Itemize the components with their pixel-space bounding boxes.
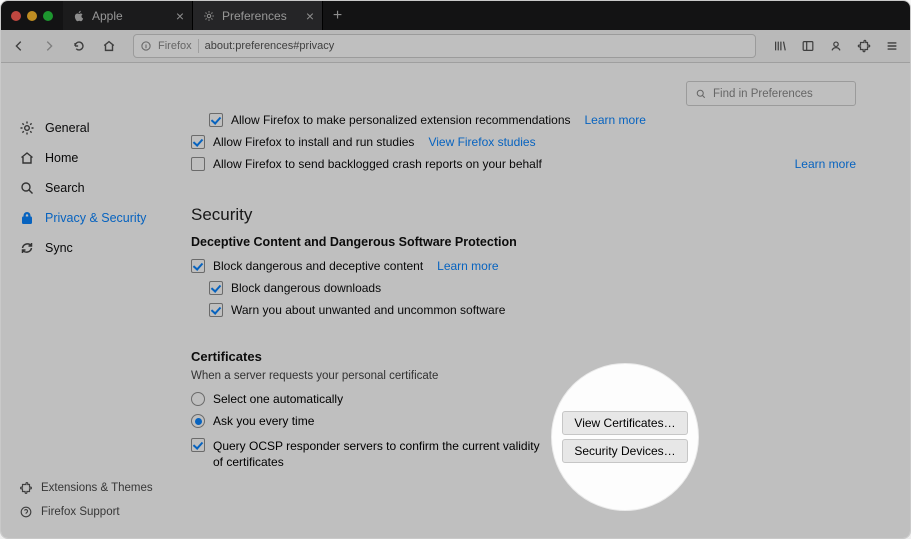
checkbox[interactable]	[209, 281, 223, 295]
pref-label: Allow Firefox to make personalized exten…	[231, 113, 571, 127]
checkbox[interactable]	[191, 157, 205, 171]
close-tab-icon[interactable]: ×	[306, 9, 314, 23]
radio[interactable]	[191, 414, 205, 428]
search-placeholder: Find in Preferences	[713, 88, 813, 100]
new-tab-button[interactable]: +	[323, 1, 352, 30]
footer-label: Extensions & Themes	[41, 482, 153, 494]
sidebar-item-privacy[interactable]: Privacy & Security	[1, 203, 173, 233]
close-window-icon[interactable]	[11, 11, 21, 21]
learn-more-link[interactable]: Learn more	[755, 157, 856, 171]
radio[interactable]	[191, 392, 205, 406]
sidebar-button[interactable]	[796, 34, 820, 58]
lock-icon	[19, 210, 35, 226]
sidebar-item-general[interactable]: General	[1, 113, 173, 143]
checkbox[interactable]	[191, 259, 205, 273]
library-button[interactable]	[768, 34, 792, 58]
checkbox[interactable]	[191, 135, 205, 149]
pref-label: Block dangerous downloads	[231, 281, 381, 295]
extensions-link[interactable]: Extensions & Themes	[19, 476, 173, 500]
radio-label: Select one automatically	[213, 392, 343, 406]
checkbox[interactable]	[191, 438, 205, 452]
reload-button[interactable]	[67, 34, 91, 58]
home-button[interactable]	[97, 34, 121, 58]
learn-more-link[interactable]: Learn more	[585, 113, 646, 127]
sync-icon	[19, 240, 35, 256]
forward-button[interactable]	[37, 34, 61, 58]
tab-strip: Apple × Preferences × +	[1, 1, 910, 30]
search-icon	[695, 88, 707, 100]
pref-studies: Allow Firefox to install and run studies…	[191, 131, 856, 153]
tab-preferences[interactable]: Preferences ×	[193, 1, 323, 30]
main-panel: Find in Preferences Allow Firefox to mak…	[173, 63, 910, 538]
tab-label: Preferences	[222, 9, 287, 23]
account-button[interactable]	[824, 34, 848, 58]
pref-ocsp: Query OCSP responder servers to confirm …	[191, 432, 543, 476]
deceptive-subheading: Deceptive Content and Dangerous Software…	[191, 235, 856, 249]
footer-label: Firefox Support	[41, 506, 120, 518]
identity-label: Firefox	[158, 40, 192, 52]
sidebar-item-label: General	[45, 121, 89, 135]
puzzle-icon	[19, 481, 33, 495]
toolbar: Firefox about:preferences#privacy	[1, 30, 910, 63]
pref-label: Query OCSP responder servers to confirm …	[213, 438, 543, 470]
learn-more-link[interactable]: Learn more	[437, 259, 498, 273]
view-studies-link[interactable]: View Firefox studies	[428, 135, 535, 149]
sidebar-item-label: Search	[45, 181, 85, 195]
checkbox[interactable]	[209, 113, 223, 127]
sidebar-item-sync[interactable]: Sync	[1, 233, 173, 263]
preferences-sidebar: General Home Search Privacy & Security S…	[1, 63, 173, 538]
zoom-window-icon[interactable]	[43, 11, 53, 21]
home-icon	[19, 150, 35, 166]
url-bar[interactable]: Firefox about:preferences#privacy	[133, 34, 756, 58]
apple-icon	[73, 10, 85, 22]
window-controls	[1, 11, 63, 21]
radio-label: Ask you every time	[213, 414, 314, 428]
content-area: General Home Search Privacy & Security S…	[1, 63, 910, 538]
pref-block-downloads: Block dangerous downloads	[191, 277, 856, 299]
tab-label: Apple	[92, 9, 123, 23]
checkbox[interactable]	[209, 303, 223, 317]
pref-crash-reports: Allow Firefox to send backlogged crash r…	[191, 153, 856, 175]
pref-label: Block dangerous and deceptive content	[213, 259, 423, 273]
gear-icon	[19, 120, 35, 136]
divider	[198, 39, 199, 53]
info-icon	[140, 40, 152, 52]
sidebar-item-label: Sync	[45, 241, 73, 255]
url-text: about:preferences#privacy	[205, 40, 335, 52]
cert-radio-ask[interactable]: Ask you every time	[191, 410, 543, 432]
certificates-desc: When a server requests your personal cer…	[191, 370, 856, 382]
pref-block-deceptive: Block dangerous and deceptive content Le…	[191, 255, 856, 277]
pref-label: Allow Firefox to install and run studies	[213, 135, 414, 149]
back-button[interactable]	[7, 34, 31, 58]
sidebar-item-label: Privacy & Security	[45, 211, 146, 225]
sidebar-item-search[interactable]: Search	[1, 173, 173, 203]
minimize-window-icon[interactable]	[27, 11, 37, 21]
pref-label: Allow Firefox to send backlogged crash r…	[213, 157, 542, 171]
security-devices-button[interactable]: Security Devices…	[562, 439, 688, 463]
close-tab-icon[interactable]: ×	[176, 9, 184, 23]
cert-radio-auto[interactable]: Select one automatically	[191, 388, 543, 410]
help-icon	[19, 505, 33, 519]
security-heading: Security	[191, 205, 856, 225]
pref-warn-uncommon: Warn you about unwanted and uncommon sof…	[191, 299, 856, 321]
gear-icon	[203, 10, 215, 22]
sidebar-item-home[interactable]: Home	[1, 143, 173, 173]
find-preferences-search[interactable]: Find in Preferences	[686, 81, 856, 106]
view-certificates-button[interactable]: View Certificates…	[562, 411, 688, 435]
browser-window: Apple × Preferences × + Firefox	[0, 0, 911, 539]
pref-recommendations: Allow Firefox to make personalized exten…	[191, 109, 856, 131]
support-link[interactable]: Firefox Support	[19, 500, 173, 524]
menu-button[interactable]	[880, 34, 904, 58]
certificates-heading: Certificates	[191, 349, 856, 364]
sidebar-item-label: Home	[45, 151, 78, 165]
extensions-button[interactable]	[852, 34, 876, 58]
search-icon	[19, 180, 35, 196]
spotlight-highlight: View Certificates… Security Devices…	[551, 363, 699, 511]
tab-apple[interactable]: Apple ×	[63, 1, 193, 30]
pref-label: Warn you about unwanted and uncommon sof…	[231, 303, 505, 317]
sidebar-footer: Extensions & Themes Firefox Support	[1, 476, 173, 524]
